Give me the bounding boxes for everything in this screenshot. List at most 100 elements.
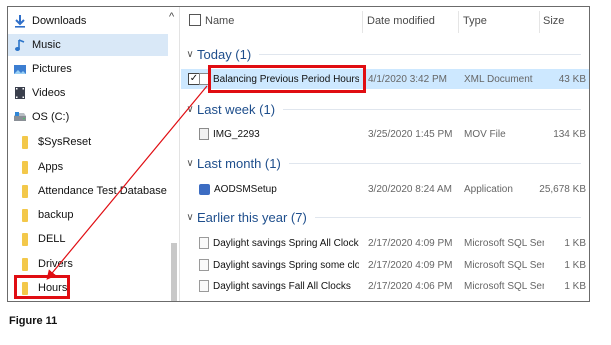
column-header-date[interactable]: Date modified	[367, 7, 435, 35]
nav-item-pictures[interactable]: Pictures	[8, 58, 168, 80]
group-header[interactable]: ∨ Today (1)	[181, 44, 581, 64]
file-type: Microsoft SQL Ser...	[464, 259, 544, 271]
column-size-label: Size	[543, 15, 565, 27]
file-size: 1 KB	[564, 259, 586, 271]
file-name-cell[interactable]: Daylight savings Spring some clocks	[199, 255, 359, 275]
file-name: Daylight savings Spring some clocks	[213, 259, 359, 271]
column-divider[interactable]	[362, 11, 363, 33]
group-label: Last week (1)	[197, 101, 276, 117]
drive-icon	[13, 110, 27, 124]
navigation-pane: Downloads Music Pictures Videos OS (C:) $SysR…	[8, 7, 168, 301]
nav-item-label: backup	[38, 209, 74, 221]
group-label: Today (1)	[197, 46, 252, 62]
file-type: XML Document	[464, 73, 533, 85]
file-size: 1 KB	[564, 237, 586, 249]
nav-item-label: Attendance Test Database	[38, 185, 167, 197]
column-header-name[interactable]: Name	[205, 7, 234, 35]
nav-item-label: Apps	[38, 161, 64, 173]
file-size: 1 KB	[564, 280, 586, 292]
file-size: 43 KB	[558, 73, 586, 85]
folder-icon	[22, 257, 28, 271]
file-row[interactable]: Daylight savings Spring All Clocks 2/17/2…	[181, 233, 589, 253]
scrollbar-thumb[interactable]	[171, 243, 177, 301]
file-date: 2/17/2020 4:09 PM	[368, 259, 453, 271]
nav-item-label: DELL	[38, 233, 66, 245]
figure-caption: Figure 11	[9, 315, 58, 327]
column-divider[interactable]	[539, 11, 540, 33]
nav-item-dell[interactable]: DELL	[8, 228, 168, 250]
nav-item-sysreset[interactable]: $SysReset	[8, 131, 168, 153]
column-header-type[interactable]: Type	[463, 7, 487, 35]
file-size: 134 KB	[553, 128, 586, 140]
file-name-cell[interactable]: AODSMSetup	[199, 179, 359, 199]
column-name-label: Name	[205, 15, 235, 27]
sql-file-icon	[199, 280, 209, 292]
download-arrow-icon	[13, 14, 27, 28]
navigation-scrollbar[interactable]: ^	[168, 7, 180, 301]
file-date: 3/20/2020 8:24 AM	[368, 183, 452, 195]
file-row[interactable]: Daylight savings Spring some clocks 2/17/…	[181, 255, 589, 275]
file-date: 2/17/2020 4:09 PM	[368, 237, 453, 249]
chevron-down-icon[interactable]: ∨	[183, 212, 197, 223]
column-type-label: Type	[463, 15, 487, 27]
file-date: 3/25/2020 1:45 PM	[368, 128, 453, 140]
nav-item-label: Pictures	[32, 63, 72, 75]
column-date-label: Date modified	[367, 15, 435, 27]
file-row[interactable]: Daylight savings Fall All Clocks 2/17/202…	[181, 276, 589, 296]
nav-item-attendance-test-database[interactable]: Attendance Test Database	[8, 180, 168, 202]
file-type: Application	[464, 183, 513, 195]
nav-item-videos[interactable]: Videos	[8, 82, 168, 104]
group-header[interactable]: ∨ Earlier this year (7)	[181, 207, 581, 227]
mov-file-icon	[199, 128, 209, 140]
group-label: Earlier this year (7)	[197, 209, 307, 225]
annotation-highlight-box	[14, 275, 70, 299]
file-name-cell[interactable]: Daylight savings Fall All Clocks	[199, 276, 359, 296]
music-note-icon	[13, 38, 27, 52]
group-divider	[283, 108, 581, 110]
nav-item-downloads[interactable]: Downloads	[8, 10, 168, 32]
chevron-down-icon[interactable]: ∨	[183, 158, 197, 169]
application-icon	[199, 183, 210, 195]
sql-file-icon	[199, 237, 209, 249]
group-header[interactable]: ∨ Last month (1)	[181, 153, 581, 173]
nav-item-label: Videos	[32, 87, 66, 99]
nav-item-label: OS (C:)	[32, 111, 70, 123]
collapse-caret-icon[interactable]: ^	[169, 11, 174, 23]
folder-icon	[22, 184, 28, 198]
file-row[interactable]: IMG_2293 3/25/2020 1:45 PM MOV File 134 KB	[181, 124, 589, 144]
file-date: 2/17/2020 4:06 PM	[368, 280, 453, 292]
nav-item-backup[interactable]: backup	[8, 204, 168, 226]
file-row[interactable]: AODSMSetup 3/20/2020 8:24 AM Application 25…	[181, 179, 589, 199]
folder-icon	[22, 160, 28, 174]
file-name: Daylight savings Fall All Clocks	[213, 280, 351, 292]
file-name-cell[interactable]: Daylight savings Spring All Clocks	[199, 233, 359, 253]
chevron-down-icon[interactable]: ∨	[183, 49, 197, 60]
select-all-checkbox[interactable]	[189, 14, 201, 26]
column-header-size[interactable]: Size	[543, 7, 564, 35]
file-size: 25,678 KB	[539, 183, 586, 195]
group-header[interactable]: ∨ Last week (1)	[181, 99, 581, 119]
group-divider	[314, 216, 581, 218]
nav-item-music[interactable]: Music	[8, 34, 168, 56]
videos-icon	[13, 86, 27, 100]
column-divider[interactable]	[458, 11, 459, 33]
file-name: Daylight savings Spring All Clocks	[213, 237, 359, 249]
group-divider	[288, 162, 581, 164]
nav-item-label: Downloads	[32, 15, 87, 27]
folder-icon	[22, 232, 28, 246]
file-name: IMG_2293	[213, 128, 260, 140]
nav-item-apps[interactable]: Apps	[8, 156, 168, 178]
nav-item-drivers[interactable]: Drivers	[8, 253, 168, 275]
nav-item-os-c[interactable]: OS (C:)	[8, 106, 168, 128]
group-divider	[259, 53, 581, 55]
group-label: Last month (1)	[197, 155, 281, 171]
nav-item-label: Drivers	[38, 258, 73, 270]
folder-icon	[22, 208, 28, 222]
file-name-cell[interactable]: IMG_2293	[199, 124, 359, 144]
pictures-icon	[13, 62, 27, 76]
file-name: AODSMSetup	[214, 183, 277, 195]
file-list-pane: Name Date modified Type Size ∨ Today (1) ✓…	[181, 7, 589, 301]
file-type: Microsoft SQL Ser...	[464, 280, 544, 292]
file-type: Microsoft SQL Ser...	[464, 237, 544, 249]
chevron-down-icon[interactable]: ∨	[183, 104, 197, 115]
